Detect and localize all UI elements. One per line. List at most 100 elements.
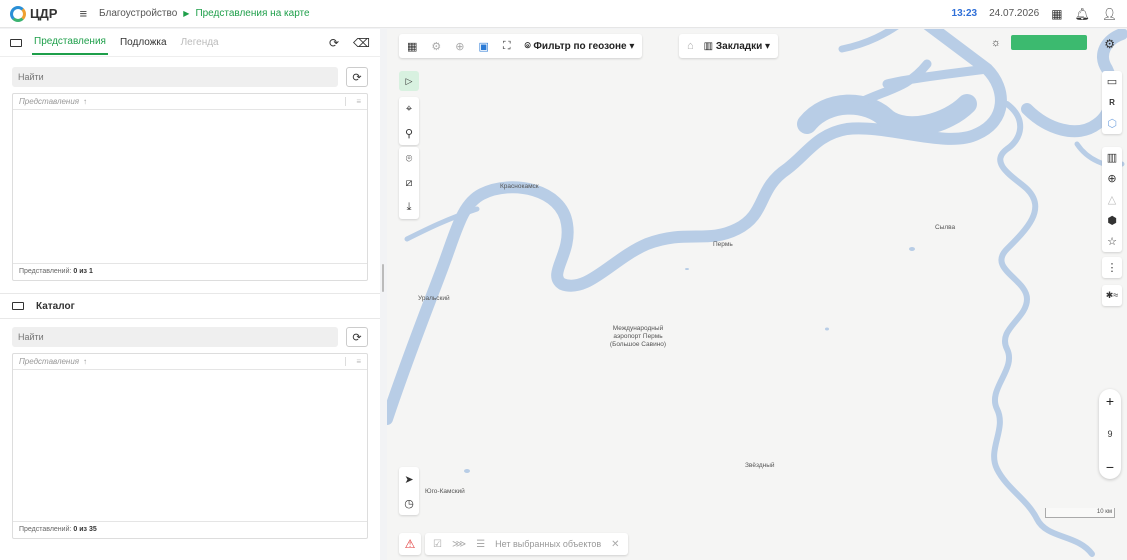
settings-icon[interactable]: ⚙ [431, 40, 441, 53]
ruler-icon[interactable]: ⧄ [406, 171, 413, 195]
geo-filter-label: Фильтр по геозоне [533, 40, 627, 52]
hex-icon[interactable]: ⬡ [1107, 113, 1117, 134]
catalog-collapse-icon[interactable] [12, 302, 24, 310]
globe-icon[interactable]: ⊕ [1107, 168, 1116, 189]
zoom-level: 9 [1107, 429, 1113, 439]
close-icon[interactable]: ✕ [611, 539, 619, 550]
views-list: Представления ↑ ≡ Представлений: 0 из 1 [12, 93, 368, 281]
catalog-list-header[interactable]: Представления ↑ ≡ [13, 354, 367, 370]
breadcrumb-separator-icon: ▶ [183, 9, 190, 18]
logo-text: ЦДР [30, 6, 58, 21]
filter-equals-icon[interactable]: ✱≈ [1106, 285, 1118, 306]
zoom-control: + 9 − [1099, 389, 1121, 479]
layers-grid-icon[interactable]: ▦ [407, 40, 417, 53]
geo-pin-icon[interactable]: ⌾ [406, 147, 413, 171]
map-book-icon: ▥ [703, 40, 716, 52]
star-icon[interactable]: ☆ [1107, 231, 1117, 252]
map-toolbar: ▦ ⚙ ⊕ ▣ ⛶ ⌾ Фильтр по геозоне ▾ [399, 34, 643, 58]
column-menu-icon[interactable]: ≡ [345, 357, 361, 366]
home-icon[interactable]: ⌂ [687, 40, 694, 52]
status-indicator-bar[interactable] [1011, 35, 1087, 50]
warning-icon[interactable]: ⚠ [399, 533, 421, 555]
right-more-tools: ⋮ [1102, 257, 1122, 278]
catalog-refresh-button[interactable]: ⟳ [346, 327, 368, 347]
views-footer-count: 0 из 1 [73, 268, 93, 275]
sort-icon: ↑ [83, 97, 88, 106]
map-label-sylva: Сылва [935, 224, 956, 231]
catalog-header[interactable]: Каталог [0, 293, 380, 319]
checkbox-icon[interactable]: ☑ [433, 539, 442, 550]
views-column-header: Представления [19, 97, 80, 106]
zoom-in-button[interactable]: + [1106, 393, 1114, 409]
map-label-uralsky: Уральский [418, 295, 450, 302]
zoom-search-icon[interactable]: ⊕ [455, 40, 464, 53]
selection-status: Нет выбранных объектов [495, 539, 602, 549]
book-map-icon[interactable]: ▥ [1107, 147, 1117, 168]
left-map-tools-2: ⌾ ⧄ ⤓ [399, 147, 419, 219]
r-button[interactable]: R [1109, 92, 1115, 113]
catalog-footer-count: 0 из 35 [73, 526, 97, 533]
catalog-footer-label: Представлений: [19, 526, 72, 533]
right-extra-tools: ✱≈ [1102, 285, 1122, 306]
history-clock-icon[interactable]: ◷ [404, 491, 414, 515]
left-bottom-tools: ➤ ◷ [399, 467, 419, 515]
breadcrumb-root[interactable]: Благоустройство [99, 8, 177, 19]
bell-icon[interactable]: 🔔︎ [1075, 7, 1090, 21]
views-refresh-button[interactable]: ⟳ [346, 67, 368, 87]
views-list-header[interactable]: Представления ↑ ≡ [13, 94, 367, 110]
clear-icon[interactable]: ⌫ [353, 36, 370, 50]
map-lakes [406, 247, 915, 502]
bookmarks-toolbar: ⌂ ▥ Закладки ▾ [679, 34, 779, 58]
play-button[interactable]: ▷ [399, 71, 419, 91]
crosshair-icon[interactable]: ⌖ [406, 97, 412, 121]
left-map-tools: ⌖ ⚲ [399, 97, 419, 145]
sun-icon[interactable]: ☼ [991, 37, 1001, 49]
kama-reservoir [797, 94, 977, 137]
tab-legend: Легенда [180, 37, 219, 48]
bookmarks-dropdown[interactable]: ▥ Закладки ▾ [704, 41, 770, 52]
minimap-icon[interactable]: ▭ [1107, 71, 1117, 92]
top-bar: ЦДР ≡ Благоустройство ▶ Представления на… [0, 0, 1127, 28]
panel-resize-handle[interactable] [382, 264, 384, 292]
navigate-icon[interactable]: ➤ [404, 467, 413, 491]
fit-screen-icon[interactable]: ⛶ [503, 40, 511, 53]
right-map-tools-2: ▥ ⊕ △ ⬢ ☆ [1102, 147, 1122, 252]
tab-basemap[interactable]: Подложка [118, 31, 169, 54]
list-icon[interactable]: ☰ [476, 539, 485, 550]
app-logo[interactable]: ЦДР [10, 5, 58, 22]
panel-tabs: Представления Подложка Легенда ⟳ ⌫ [0, 29, 380, 57]
bottom-status-bar: ⚠ ☑ ⋙ ☰ Нет выбранных объектов ✕ [399, 533, 628, 555]
map-settings-icon[interactable]: ⚙ [1104, 37, 1115, 51]
deselect-icon[interactable]: ⋙ [452, 539, 466, 550]
catalog-search-input[interactable] [12, 327, 338, 347]
sync-icon[interactable]: ⟳ [329, 36, 339, 50]
user-icon[interactable]: 👤︎ [1102, 7, 1117, 21]
zoom-out-button[interactable]: − [1106, 459, 1114, 475]
terrain-icon[interactable]: △ [1108, 189, 1116, 210]
clock-date: 24.07.2026 [989, 8, 1040, 19]
views-list-footer: Представлений: 0 из 1 [13, 263, 367, 280]
menu-icon[interactable]: ≡ [79, 6, 87, 21]
map-view[interactable]: Краснокамск Пермь Сылва Уральский Междун… [387, 29, 1127, 560]
more-vertical-icon[interactable]: ⋮ [1107, 257, 1118, 278]
tab-views[interactable]: Представления [32, 30, 108, 55]
sort-icon: ↑ [83, 357, 88, 366]
catalog-list: Представления ↑ ≡ Представлений: 0 из 35 [12, 353, 368, 539]
breadcrumb-current: Представления на карте [195, 8, 310, 19]
catalog-title: Каталог [36, 300, 75, 312]
apps-grid-icon[interactable]: ▦ [1051, 7, 1062, 21]
geo-filter-dropdown[interactable]: ⌾ Фильтр по геозоне ▾ [525, 41, 635, 52]
clock-time: 13:23 [951, 8, 978, 19]
download-icon[interactable]: ⤓ [407, 195, 412, 219]
panel-collapse-icon[interactable] [10, 38, 22, 47]
extent-icon[interactable]: ▣ [479, 40, 489, 53]
views-search-input[interactable] [12, 67, 338, 87]
cube-icon[interactable]: ⬢ [1107, 210, 1117, 231]
scale-bar: 10 км [1045, 508, 1115, 518]
map-label-perm: Пермь [713, 241, 733, 248]
left-panel: Представления Подложка Легенда ⟳ ⌫ ⟳ Пре… [0, 29, 380, 560]
search-icon[interactable]: ⚲ [405, 121, 413, 145]
selection-bar: ☑ ⋙ ☰ Нет выбранных объектов ✕ [425, 533, 628, 555]
kama-river [387, 29, 1007, 425]
column-menu-icon[interactable]: ≡ [345, 97, 361, 106]
